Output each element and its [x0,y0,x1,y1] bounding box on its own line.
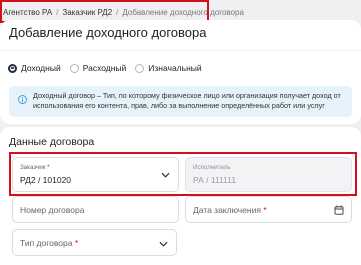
radio-initial[interactable]: Изначальный [135,63,202,73]
info-text: Доходный договор – Тип, по которому физи… [33,91,341,110]
contract-date-input[interactable]: Дата заключения * [185,196,352,223]
page-title: Добавление доходного договора [9,25,207,40]
contract-kind-placeholder: Тип договора * [20,238,79,248]
contract-type-radio-group: Доходный Расходный Изначальный [8,63,211,73]
contract-number-placeholder: Номер договора [20,205,85,215]
contract-kind-select[interactable]: Тип договора * [12,229,177,256]
section-title: Данные договора [9,136,95,148]
radio-income-label: Доходный [21,63,61,73]
fields-highlight-box [9,152,357,196]
radio-expense-indicator[interactable] [69,63,79,73]
radio-initial-indicator[interactable] [135,63,145,73]
radio-expense-label: Расходный [82,63,127,73]
calendar-icon[interactable] [334,205,344,215]
chevron-down-icon[interactable] [159,241,168,247]
radio-income[interactable]: Доходный [8,63,61,73]
contract-number-input[interactable]: Номер договора [12,196,179,223]
info-banner: Доходный договор – Тип, по которому физи… [9,86,352,117]
info-icon [18,95,27,104]
radio-expense[interactable]: Расходный [69,63,127,73]
radio-initial-label: Изначальный [148,63,202,73]
contract-date-placeholder: Дата заключения * [193,205,267,215]
radio-income-indicator[interactable] [8,63,17,73]
